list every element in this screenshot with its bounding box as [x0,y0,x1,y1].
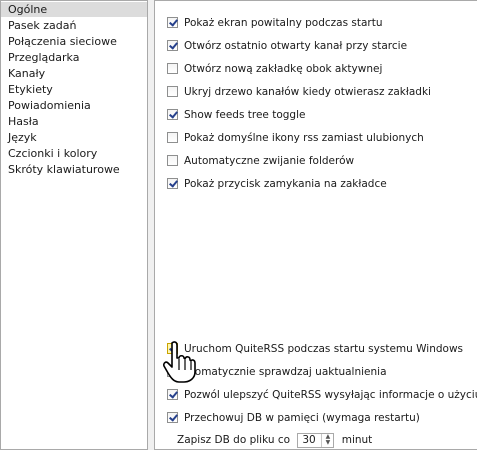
checkbox-tab-close-button[interactable] [167,178,178,189]
checkbox-usage-stats[interactable] [167,389,178,400]
sidebar-item-labels[interactable]: Etykiety [1,82,147,97]
option-tab-close-button[interactable]: Pokaż przycisk zamykania na zakładce [167,176,387,192]
option-label: Pokaż domyślne ikony rss zamiast ulubion… [184,132,424,144]
sidebar-item-general[interactable]: Ogólne [1,2,147,17]
option-db-in-memory[interactable]: Przechowuj DB w pamięci (wymaga restartu… [167,410,420,426]
save-db-label: Zapisz DB do pliku co [177,434,291,446]
option-label: Pokaż ekran powitalny podczas startu [184,17,383,29]
checkbox-show-splash[interactable] [167,17,178,28]
option-feeds-tree-toggle[interactable]: Show feeds tree toggle [167,107,305,123]
option-label: Pokaż przycisk zamykania na zakładce [184,178,387,190]
option-hide-feed-tree[interactable]: Ukryj drzewo kanałów kiedy otwierasz zak… [167,84,431,100]
option-label: Uruchom QuiteRSS podczas startu systemu … [184,343,464,355]
option-label: Pozwól ulepszyć QuiteRSS wysyłając infor… [184,389,477,401]
option-label: Przechowuj DB w pamięci (wymaga restartu… [184,412,420,424]
save-db-interval-row: Zapisz DB do pliku co 30 ▲ ▼ minut [177,432,372,448]
checkbox-db-in-memory[interactable] [167,412,178,423]
option-label: Automatyczne zwijanie folderów [184,155,355,167]
spin-buttons[interactable]: ▲ ▼ [321,433,333,447]
option-label: utomatycznie sprawdzaj uaktualnienia [184,366,387,378]
option-default-rss-icons[interactable]: Pokaż domyślne ikony rss zamiast ulubion… [167,130,424,146]
save-db-interval-spinbox[interactable]: 30 ▲ ▼ [297,432,335,448]
sidebar-item-network[interactable]: Połączenia sieciowe [1,34,147,49]
save-db-unit-label: minut [341,434,373,446]
sidebar-item-passwords[interactable]: Hasła [1,114,147,129]
general-options-panel: Pokaż ekran powitalny podczas startu Otw… [154,0,477,450]
save-db-interval-value[interactable]: 30 [302,434,315,447]
spin-down-icon[interactable]: ▼ [322,439,333,446]
hand-pointer-icon [163,341,196,383]
checkbox-hide-feed-tree[interactable] [167,86,178,97]
option-auto-update-check[interactable]: utomatycznie sprawdzaj uaktualnienia [167,364,387,380]
checkbox-open-tab-next[interactable] [167,63,178,74]
checkbox-open-last-feed[interactable] [167,40,178,51]
option-label: Ukryj drzewo kanałów kiedy otwierasz zak… [184,86,431,98]
option-label: Otwórz ostatnio otwarty kanał przy starc… [184,40,408,52]
option-usage-stats[interactable]: Pozwól ulepszyć QuiteRSS wysyłając infor… [167,387,477,403]
sidebar-item-feeds[interactable]: Kanały [1,66,147,81]
option-label: Show feeds tree toggle [184,109,306,121]
option-run-at-startup[interactable]: Uruchom QuiteRSS podczas startu systemu … [167,341,463,357]
sidebar-item-taskbar[interactable]: Pasek zadań [1,18,147,33]
option-label: Otwórz nową zakładkę obok aktywnej [184,63,383,75]
option-show-splash[interactable]: Pokaż ekran powitalny podczas startu [167,15,383,31]
option-open-last-feed[interactable]: Otwórz ostatnio otwarty kanał przy starc… [167,38,407,54]
option-open-tab-next[interactable]: Otwórz nową zakładkę obok aktywnej [167,61,382,77]
sidebar-item-fonts-colors[interactable]: Czcionki i kolory [1,146,147,161]
settings-category-list: Ogólne Pasek zadań Połączenia sieciowe P… [0,0,148,450]
sidebar-item-browser[interactable]: Przeglądarka [1,50,147,65]
sidebar-item-shortcuts[interactable]: Skróty klawiaturowe [1,162,147,177]
checkbox-auto-collapse[interactable] [167,155,178,166]
sidebar-item-notifications[interactable]: Powiadomienia [1,98,147,113]
sidebar-item-language[interactable]: Język [1,130,147,145]
option-auto-collapse[interactable]: Automatyczne zwijanie folderów [167,153,354,169]
checkbox-default-rss-icons[interactable] [167,132,178,143]
checkbox-feeds-tree-toggle[interactable] [167,109,178,120]
